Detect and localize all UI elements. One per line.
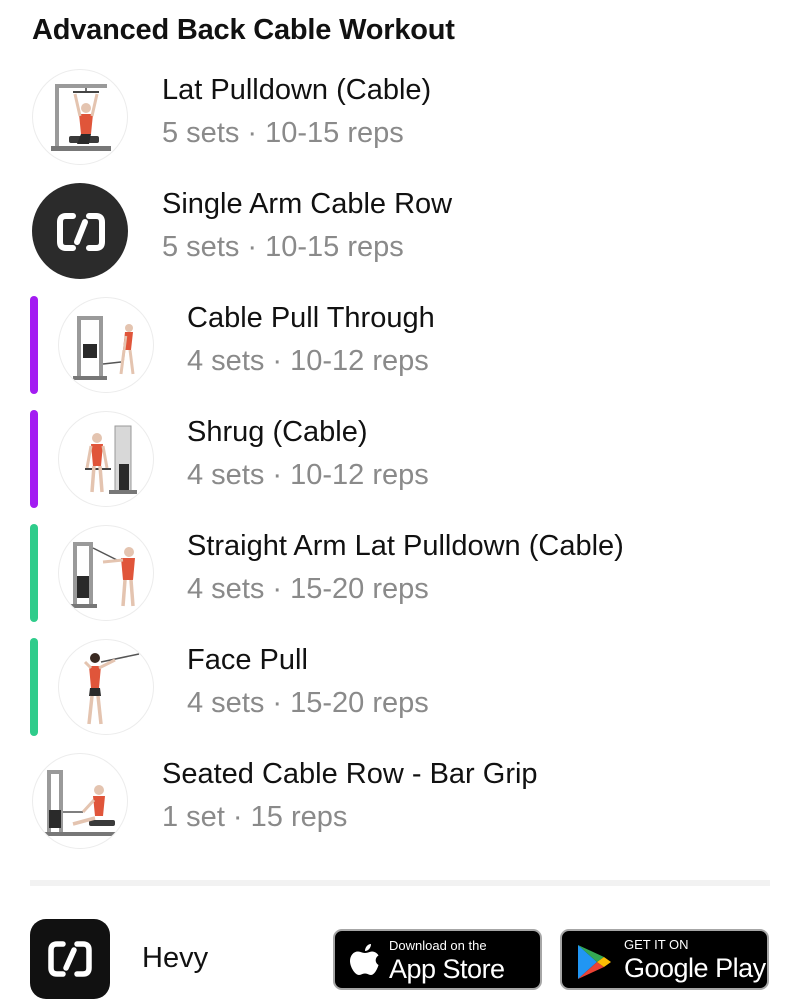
exercise-name: Single Arm Cable Row: [162, 188, 453, 220]
exercise-sets-reps: 5 sets · 10-15 reps: [162, 231, 404, 263]
exercise-sets-reps: 4 sets · 10-12 reps: [187, 459, 429, 491]
cable-pull-through-illustration: [58, 297, 154, 393]
section-divider: [30, 880, 770, 886]
exercise-sets-reps: 4 sets · 15-20 reps: [187, 573, 429, 605]
superset-indicator: [30, 410, 38, 508]
app-name: Hevy: [142, 942, 209, 974]
superset-indicator: [30, 296, 38, 394]
exercise-sets-reps: 4 sets · 10-12 reps: [187, 345, 429, 377]
exercise-name: Seated Cable Row - Bar Grip: [162, 758, 538, 790]
app-store-button[interactable]: Download on the App Store: [333, 929, 542, 990]
hevy-app-icon[interactable]: [30, 919, 110, 999]
google-play-caption: GET IT ON: [624, 937, 689, 952]
app-download-footer: Hevy Download on the App Store GET IT ON…: [0, 918, 800, 1000]
workout-title: Advanced Back Cable Workout: [32, 14, 455, 46]
seated-cable-row-illustration: [32, 753, 128, 849]
app-store-caption: Download on the: [389, 938, 487, 953]
exercise-row-single-arm-cable-row[interactable]: Single Arm Cable Row 5 sets · 10-15 reps: [0, 180, 800, 294]
exercise-sets-reps: 1 set · 15 reps: [162, 801, 348, 833]
google-play-icon: [578, 945, 611, 979]
app-store-label: App Store: [389, 954, 505, 984]
face-pull-illustration: [58, 639, 154, 735]
superset-indicator: [30, 638, 38, 736]
superset-indicator: [30, 524, 38, 622]
apple-icon: [350, 944, 379, 975]
lat-pulldown-illustration: [32, 69, 128, 165]
exercise-list: Lat Pulldown (Cable) 5 sets · 10-15 reps…: [0, 66, 800, 864]
hevy-logo-icon: [32, 183, 128, 279]
google-play-label: Google Play: [624, 953, 766, 983]
exercise-name: Straight Arm Lat Pulldown (Cable): [187, 530, 624, 562]
exercise-name: Cable Pull Through: [187, 302, 435, 334]
cable-shrug-illustration: [58, 411, 154, 507]
exercise-row-shrug-cable[interactable]: Shrug (Cable) 4 sets · 10-12 reps: [0, 408, 800, 522]
exercise-name: Lat Pulldown (Cable): [162, 74, 432, 106]
google-play-button[interactable]: GET IT ON Google Play: [560, 929, 769, 990]
exercise-sets-reps: 4 sets · 15-20 reps: [187, 687, 429, 719]
exercise-row-straight-arm-lat-pulldown[interactable]: Straight Arm Lat Pulldown (Cable) 4 sets…: [0, 522, 800, 636]
exercise-row-lat-pulldown[interactable]: Lat Pulldown (Cable) 5 sets · 10-15 reps: [0, 66, 800, 180]
exercise-row-seated-cable-row[interactable]: Seated Cable Row - Bar Grip 1 set · 15 r…: [0, 750, 800, 864]
straight-arm-pulldown-illustration: [58, 525, 154, 621]
exercise-row-cable-pull-through[interactable]: Cable Pull Through 4 sets · 10-12 reps: [0, 294, 800, 408]
exercise-sets-reps: 5 sets · 10-15 reps: [162, 117, 404, 149]
exercise-name: Shrug (Cable): [187, 416, 368, 448]
exercise-name: Face Pull: [187, 644, 308, 676]
exercise-row-face-pull[interactable]: Face Pull 4 sets · 15-20 reps: [0, 636, 800, 750]
